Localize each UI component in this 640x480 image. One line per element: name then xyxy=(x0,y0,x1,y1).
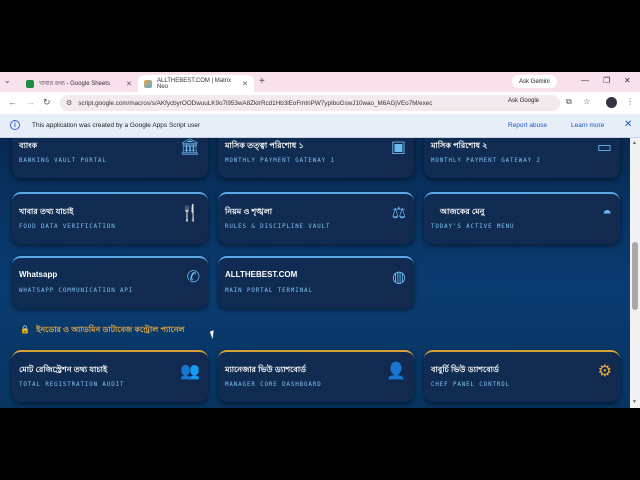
mouse-cursor xyxy=(209,328,221,340)
tab-allthebest[interactable]: ALLTHEBEST.COM | Matrix Neo ✕ xyxy=(138,75,254,92)
back-icon[interactable]: ← xyxy=(8,97,17,107)
card-subtitle: TOTAL REGISTRATION AUDIT xyxy=(19,382,125,388)
card-subtitle: WHATSAPP COMMUNICATION API xyxy=(19,288,134,294)
card-subtitle: TODAY'S ACTIVE MENU xyxy=(431,224,515,230)
card-bank[interactable]: ব্যাংক BANKING VAULT PORTAL 🏛 xyxy=(12,138,208,178)
card-title: ব্যাংক xyxy=(19,141,38,150)
forward-icon[interactable]: → xyxy=(26,97,35,107)
card-title: ম্যানেজার ভিউ ড্যাশবোর্ড xyxy=(225,365,307,374)
card-monthly-payment-2[interactable]: মাসিক পরিশোধ ২ MONTHLY PAYMENT GATEWAY 2… xyxy=(424,138,620,178)
window-close-icon[interactable]: ✕ xyxy=(624,76,631,85)
tab-label: ALLTHEBEST.COM | Matrix Neo xyxy=(157,77,232,90)
ask-gemini-label: Ask Gemini xyxy=(519,78,550,85)
card-subtitle: MANAGER CORE DASHBOARD xyxy=(225,382,322,388)
translate-icon[interactable]: ⧉ xyxy=(566,97,572,107)
chef-icon: ⚙ xyxy=(597,363,612,380)
url-text: script.google.com/macros/s/AKfycbyrOODwu… xyxy=(78,99,433,107)
scales-icon: ⚖ xyxy=(391,205,406,222)
bookmark-star-icon[interactable]: ☆ xyxy=(583,97,590,106)
card-chef-panel[interactable]: বাবুর্চি ভিউ ড্যাশবোর্ড CHEF PANEL CONTR… xyxy=(424,350,620,402)
section-title: ইনডোর ও অ্যাডমিন ডাটাবেজ কন্ট্রোল প্যানে… xyxy=(36,325,185,334)
tab-google-sheets[interactable]: খাবার তথ্য - Google Sheets ✕ xyxy=(20,75,138,92)
scroll-thumb[interactable] xyxy=(632,242,638,310)
bowl-icon: ◓ xyxy=(602,205,612,222)
card-subtitle: CHEF PANEL CONTROL xyxy=(431,382,511,388)
tab-label: খাবার তথ্য - Google Sheets xyxy=(39,81,110,87)
card-subtitle: MONTHLY PAYMENT GATEWAY 2 xyxy=(431,158,541,164)
card-rules-discipline[interactable]: নিয়ম ও শৃঙ্খলা RULES & DISCIPLINE VAULT… xyxy=(218,192,414,244)
site-favicon-icon xyxy=(144,79,152,88)
manager-icon: 👤 xyxy=(386,363,406,380)
reload-icon[interactable]: ↻ xyxy=(43,97,51,108)
page-scrollbar[interactable]: ▲ ▼ xyxy=(630,138,640,408)
address-bar[interactable]: ⚙ script.google.com/macros/s/AKfycbyrOOD… xyxy=(60,95,560,111)
ask-gemini-button[interactable]: Ask Gemini xyxy=(512,75,557,88)
card-subtitle: MAIN PORTAL TERMINAL xyxy=(225,288,313,294)
card-monthly-payment-1[interactable]: মাসিক তত্ত্বা পরিশোধ ১ MONTHLY PAYMENT G… xyxy=(218,138,414,178)
close-tab-icon[interactable]: ✕ xyxy=(242,80,248,88)
card-whatsapp[interactable]: Whatsapp WHATSAPP COMMUNICATION API ✆ xyxy=(12,256,208,308)
card-food-verification[interactable]: খাবার তথ্য যাচাই FOOD DATA VERIFICATION … xyxy=(12,192,208,244)
infobar-close-icon[interactable]: ✕ xyxy=(624,119,632,130)
whatsapp-icon: ✆ xyxy=(186,269,200,286)
tab-strip: ⌄ খাবার তথ্য - Google Sheets ✕ ALLTHEBES… xyxy=(0,72,640,92)
card-subtitle: RULES & DISCIPLINE VAULT xyxy=(225,224,331,230)
browser-toolbar: ← → ↻ ⚙ script.google.com/macros/s/AKfyc… xyxy=(0,92,640,114)
card-allthebest[interactable]: ALLTHEBEST.COM MAIN PORTAL TERMINAL ◍ xyxy=(218,256,414,308)
money-icon: ▣ xyxy=(390,139,406,156)
restore-icon[interactable]: ❐ xyxy=(603,76,610,85)
learn-more-link[interactable]: Learn more xyxy=(571,122,604,129)
card-todays-menu[interactable]: আজকের মেনু TODAY'S ACTIVE MENU ◓ xyxy=(424,192,620,244)
profile-avatar[interactable] xyxy=(606,97,617,108)
globe-icon: ◍ xyxy=(392,269,406,286)
scroll-up-icon[interactable]: ▲ xyxy=(632,140,637,146)
utensils-icon: 🍴 xyxy=(180,205,200,222)
report-abuse-link[interactable]: Report abuse xyxy=(508,122,547,129)
site-info-icon[interactable]: ⚙ xyxy=(66,99,72,107)
card-subtitle: BANKING VAULT PORTAL xyxy=(19,158,107,164)
tab-search-icon[interactable]: ⌄ xyxy=(4,76,11,85)
card-subtitle: MONTHLY PAYMENT GATEWAY 1 xyxy=(225,158,335,164)
menu-kebab-icon[interactable]: ⋮ xyxy=(626,97,634,106)
card-registration-audit[interactable]: মোট রেজিস্ট্রেশন তথ্য যাচাই TOTAL REGIST… xyxy=(12,350,208,402)
close-tab-icon[interactable]: ✕ xyxy=(126,80,132,88)
card-title: মোট রেজিস্ট্রেশন তথ্য যাচাই xyxy=(19,365,108,374)
card-title: মাসিক পরিশোধ ২ xyxy=(431,141,488,150)
card-icon: ▭ xyxy=(596,139,612,156)
card-manager-dashboard[interactable]: ম্যানেজার ভিউ ড্যাশবোর্ড MANAGER CORE DA… xyxy=(218,350,414,402)
users-icon: 👥 xyxy=(180,363,200,380)
scroll-down-icon[interactable]: ▼ xyxy=(632,399,637,405)
ask-google-button[interactable]: Ask Google xyxy=(508,98,539,104)
card-subtitle: FOOD DATA VERIFICATION xyxy=(19,224,116,230)
card-title: Whatsapp xyxy=(19,270,58,279)
sheets-favicon-icon xyxy=(26,79,34,88)
apps-script-infobar: i This application was created by a Goog… xyxy=(0,114,640,138)
web-content: ব্যাংক BANKING VAULT PORTAL 🏛 মাসিক তত্ত… xyxy=(0,138,640,408)
card-title: খাবার তথ্য যাচাই xyxy=(19,207,74,216)
card-title: নিয়ম ও শৃঙ্খলা xyxy=(225,207,273,216)
card-title: মাসিক তত্ত্বা পরিশোধ ১ xyxy=(225,141,304,150)
bank-icon: 🏛 xyxy=(179,139,200,156)
browser-window: ⌄ খাবার তথ্য - Google Sheets ✕ ALLTHEBES… xyxy=(0,72,640,408)
lock-icon: 🔒 xyxy=(20,325,30,334)
card-title: ALLTHEBEST.COM xyxy=(225,270,298,279)
info-icon: i xyxy=(10,120,20,130)
minimize-icon[interactable]: — xyxy=(581,76,589,85)
card-title: আজকের মেনু xyxy=(440,207,485,216)
card-title: বাবুর্চি ভিউ ড্যাশবোর্ড xyxy=(431,365,499,374)
infobar-message: This application was created by a Google… xyxy=(32,122,201,129)
new-tab-button[interactable]: + xyxy=(259,76,265,87)
admin-section-heading: 🔒 ইনডোর ও অ্যাডমিন ডাটাবেজ কন্ট্রোল প্যা… xyxy=(20,324,184,337)
